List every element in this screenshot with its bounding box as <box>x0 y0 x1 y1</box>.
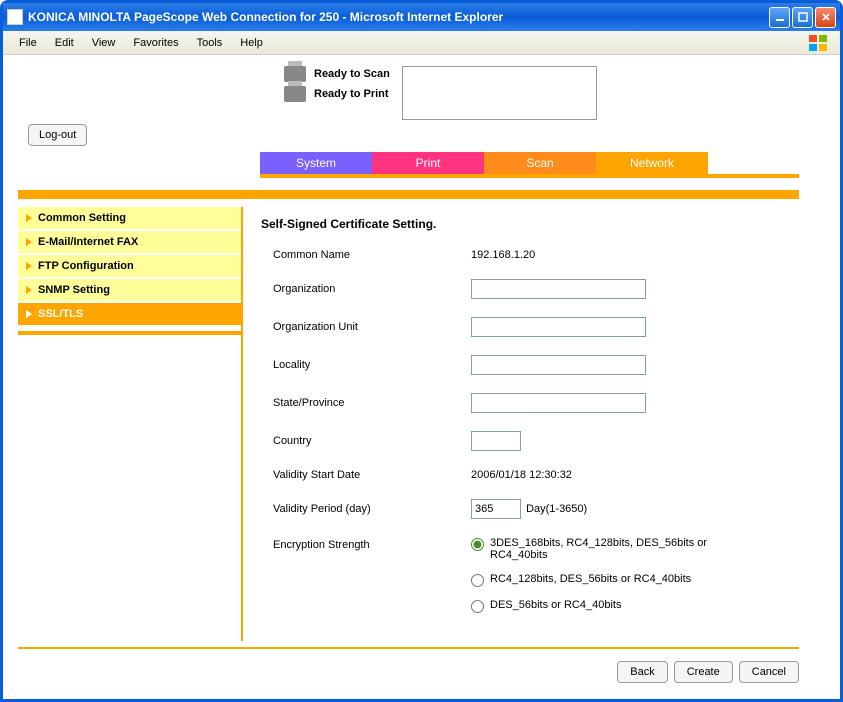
label-organization: Organization <box>261 283 471 295</box>
radio-label-encryption-1: RC4_128bits, DES_56bits or RC4_40bits <box>490 573 691 585</box>
button-row: Back Create Cancel <box>4 661 799 683</box>
minimize-button[interactable] <box>769 7 790 28</box>
triangle-icon <box>26 286 32 294</box>
sidebar-item-label: SSL/TLS <box>38 308 83 320</box>
form-area: Self-Signed Certificate Setting. Common … <box>243 207 799 641</box>
sidebar-item-snmp-setting[interactable]: SNMP Setting <box>18 279 241 301</box>
radio-input-encryption-1[interactable] <box>471 574 484 587</box>
label-organization-unit: Organization Unit <box>261 321 471 333</box>
row-state: State/Province <box>261 393 781 413</box>
input-organization[interactable] <box>471 279 646 299</box>
tab-system[interactable]: System <box>260 152 372 174</box>
sidebar-item-label: Common Setting <box>38 212 126 224</box>
sidebar-item-ftp-configuration[interactable]: FTP Configuration <box>18 255 241 277</box>
input-validity-period[interactable] <box>471 499 521 519</box>
printer-icon <box>284 86 306 102</box>
row-common-name: Common Name 192.168.1.20 <box>261 249 781 261</box>
maximize-button[interactable] <box>792 7 813 28</box>
sidebar-item-label: E-Mail/Internet FAX <box>38 236 138 248</box>
orange-divider <box>18 190 799 199</box>
radio-input-encryption-0[interactable] <box>471 538 484 551</box>
menu-view[interactable]: View <box>84 35 124 51</box>
sidebar-item-label: FTP Configuration <box>38 260 134 272</box>
sidebar-divider <box>18 331 241 335</box>
menu-file[interactable]: File <box>11 35 45 51</box>
radio-encryption-2[interactable]: DES_56bits or RC4_40bits <box>471 599 741 613</box>
bottom-divider <box>18 647 799 649</box>
row-country: Country <box>261 431 781 451</box>
label-common-name: Common Name <box>261 249 471 261</box>
back-button[interactable]: Back <box>617 661 667 683</box>
ie-icon <box>7 9 23 25</box>
menu-tools[interactable]: Tools <box>189 35 231 51</box>
windows-logo-icon <box>808 34 828 52</box>
label-encryption-strength: Encryption Strength <box>261 537 471 551</box>
status-scan: Ready to Scan <box>284 66 390 82</box>
tab-network[interactable]: Network <box>596 152 708 174</box>
sidebar-item-common-setting[interactable]: Common Setting <box>18 207 241 229</box>
section-title: Self-Signed Certificate Setting. <box>261 217 781 231</box>
sidebar-item-label: SNMP Setting <box>38 284 110 296</box>
triangle-icon <box>26 238 32 246</box>
triangle-icon <box>26 310 32 318</box>
label-country: Country <box>261 435 471 447</box>
cancel-button[interactable]: Cancel <box>739 661 799 683</box>
radio-label-encryption-0: 3DES_168bits, RC4_128bits, DES_56bits or… <box>490 537 741 561</box>
create-button[interactable]: Create <box>674 661 733 683</box>
window-title: KONICA MINOLTA PageScope Web Connection … <box>28 10 769 24</box>
status-display-box <box>402 66 597 120</box>
row-encryption-strength: Encryption Strength 3DES_168bits, RC4_12… <box>261 537 781 613</box>
status-row: Ready to Scan Ready to Print <box>284 66 839 120</box>
label-locality: Locality <box>261 359 471 371</box>
radio-encryption-0[interactable]: 3DES_168bits, RC4_128bits, DES_56bits or… <box>471 537 741 561</box>
window-controls <box>769 7 836 28</box>
value-validity-start: 2006/01/18 12:30:32 <box>471 469 781 481</box>
row-organization: Organization <box>261 279 781 299</box>
radio-label-encryption-2: DES_56bits or RC4_40bits <box>490 599 621 611</box>
scanner-icon <box>284 66 306 82</box>
input-organization-unit[interactable] <box>471 317 646 337</box>
logout-button[interactable]: Log-out <box>28 124 87 146</box>
row-organization-unit: Organization Unit <box>261 317 781 337</box>
tab-scan[interactable]: Scan <box>484 152 596 174</box>
input-locality[interactable] <box>471 355 646 375</box>
main-tabs: System Print Scan Network <box>260 152 799 178</box>
status-scan-text: Ready to Scan <box>314 68 390 80</box>
row-validity-period: Validity Period (day) Day(1-3650) <box>261 499 781 519</box>
status-print-text: Ready to Print <box>314 88 389 100</box>
menubar: File Edit View Favorites Tools Help <box>3 31 840 55</box>
label-state: State/Province <box>261 397 471 409</box>
label-validity-period: Validity Period (day) <box>261 503 471 515</box>
close-button[interactable] <box>815 7 836 28</box>
triangle-icon <box>26 262 32 270</box>
triangle-icon <box>26 214 32 222</box>
input-country[interactable] <box>471 431 521 451</box>
titlebar: KONICA MINOLTA PageScope Web Connection … <box>3 3 840 31</box>
label-validity-start: Validity Start Date <box>261 469 471 481</box>
sidebar-item-email-internet-fax[interactable]: E-Mail/Internet FAX <box>18 231 241 253</box>
tab-print[interactable]: Print <box>372 152 484 174</box>
row-locality: Locality <box>261 355 781 375</box>
value-common-name: 192.168.1.20 <box>471 249 781 261</box>
menu-help[interactable]: Help <box>232 35 271 51</box>
sidebar-item-ssl-tls[interactable]: SSL/TLS <box>18 303 241 325</box>
validity-period-hint: Day(1-3650) <box>526 503 587 515</box>
status-print: Ready to Print <box>284 86 390 102</box>
menu-favorites[interactable]: Favorites <box>125 35 186 51</box>
menu-edit[interactable]: Edit <box>47 35 82 51</box>
radio-encryption-1[interactable]: RC4_128bits, DES_56bits or RC4_40bits <box>471 573 741 587</box>
sidebar: Common Setting E-Mail/Internet FAX FTP C… <box>18 207 243 641</box>
input-state[interactable] <box>471 393 646 413</box>
radio-input-encryption-2[interactable] <box>471 600 484 613</box>
row-validity-start: Validity Start Date 2006/01/18 12:30:32 <box>261 469 781 481</box>
